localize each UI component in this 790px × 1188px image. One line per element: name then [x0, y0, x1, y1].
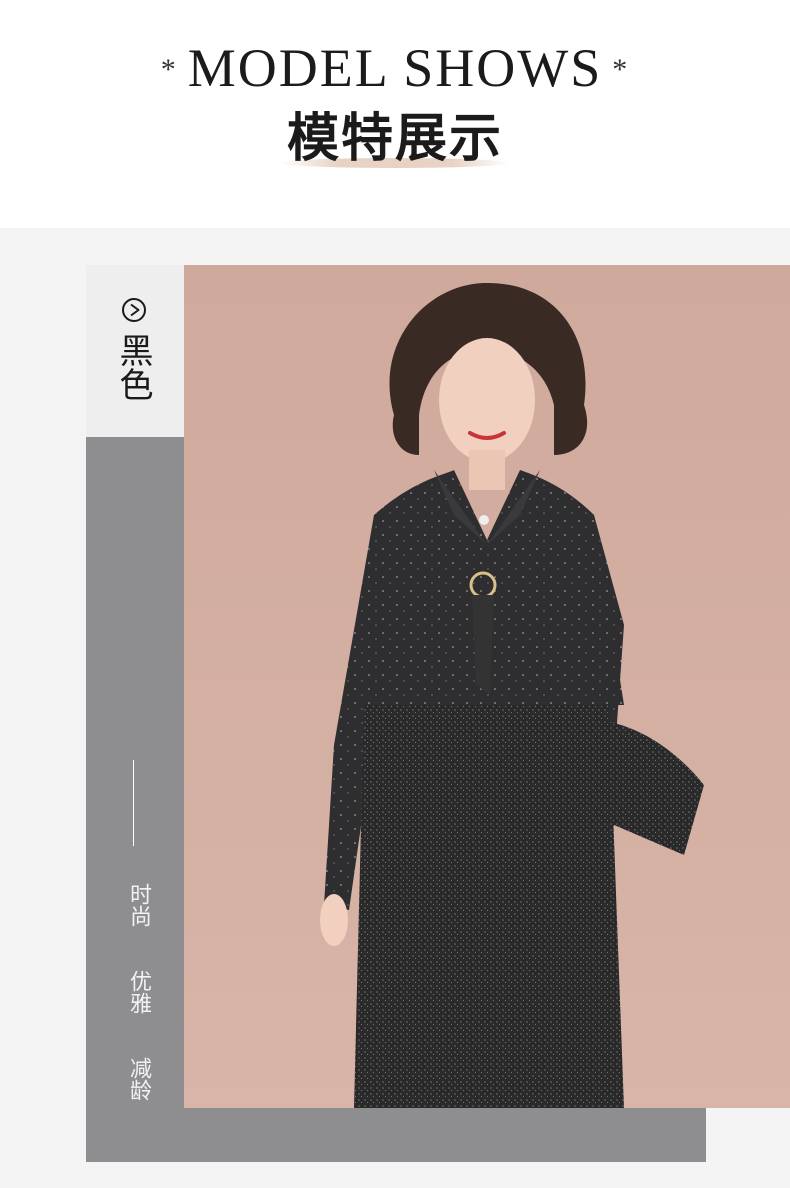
face — [439, 338, 535, 462]
title-english: * MODEL SHOWS * — [0, 38, 790, 104]
play-circle-icon — [122, 298, 146, 322]
color-label: 黑色 — [113, 333, 153, 401]
title-chinese: 模特展示 — [286, 108, 503, 169]
feature-tag-1: 时尚 — [126, 883, 151, 927]
star-right: * — [612, 52, 630, 86]
page-header: * MODEL SHOWS * 模特展示 — [0, 0, 790, 228]
model-illustration — [184, 265, 790, 1108]
title-english-text: MODEL SHOWS — [187, 38, 603, 98]
vertical-divider — [133, 760, 134, 846]
feature-tag-3: 减龄 — [126, 1057, 151, 1101]
pendant — [479, 515, 489, 525]
model-photo — [184, 265, 790, 1108]
feature-tag-2: 优雅 — [126, 970, 151, 1014]
left-hand — [320, 894, 348, 946]
neck — [469, 450, 505, 490]
star-left: * — [160, 52, 178, 86]
